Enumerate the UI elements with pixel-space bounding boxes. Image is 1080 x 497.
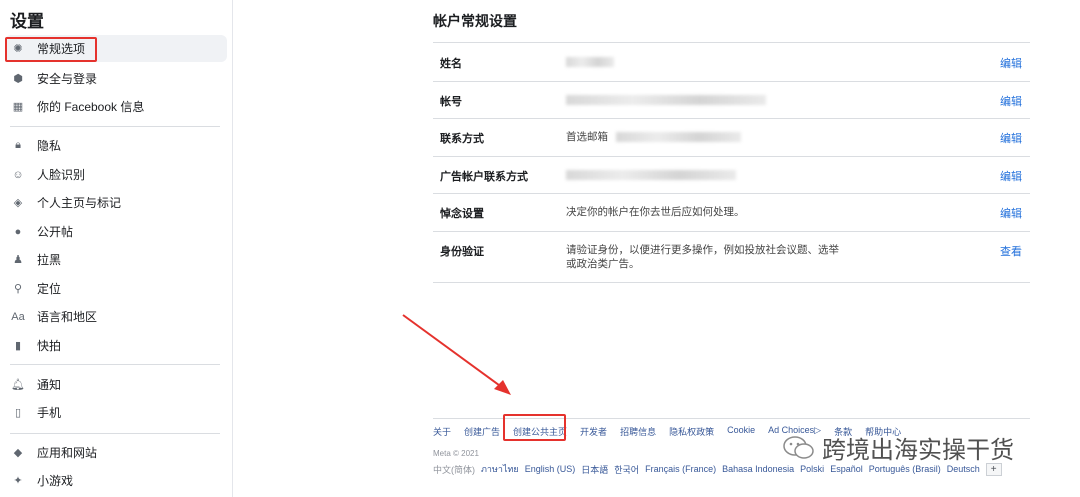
row-label: 悼念设置 <box>440 208 484 220</box>
sidebar-item[interactable]: 🔒︎ 隐私 <box>5 132 227 159</box>
language-link[interactable]: Español <box>830 464 863 474</box>
game-icon: ✦ <box>13 475 23 487</box>
row-action-link[interactable]: 编辑 <box>1000 130 1022 146</box>
sidebar-item-label: 小游戏 <box>37 474 74 488</box>
sidebar-item-label: 通知 <box>37 378 62 392</box>
language-link[interactable]: Français (France) <box>645 464 716 474</box>
redacted-value <box>566 57 614 68</box>
sidebar-item[interactable]: ⚲ 定位 <box>5 275 227 302</box>
language-link[interactable]: Português (Brasil) <box>869 464 941 474</box>
globe-icon: ● <box>14 225 22 238</box>
sidebar-item-label: 拉黑 <box>37 253 62 267</box>
row-action-link[interactable]: 编辑 <box>1000 168 1022 184</box>
sidebar-item-label: 人脸识别 <box>37 168 86 182</box>
sidebar-item[interactable]: ▮ 快拍 <box>5 332 227 359</box>
highlight-box <box>5 37 97 62</box>
row-value: 决定你的帐户在你去世后应如何处理。 <box>566 206 745 218</box>
row-value: 首选邮箱 <box>566 131 608 143</box>
settings-sidebar: 设置 ✺ 常规选项 ⬢ 安全与登录 ▦ 你的 Facebook 信息 🔒︎ 隐私 ☺ 人脸识别 ◈ 个… <box>0 0 233 497</box>
sidebar-item-label: 你的 Facebook 信息 <box>37 100 145 114</box>
copyright: Meta © 2021 <box>433 449 479 458</box>
sidebar-item[interactable]: ✦ 小游戏 <box>5 467 227 494</box>
sidebar-item[interactable]: ▦ 你的 Facebook 信息 <box>5 93 227 120</box>
row-label: 姓名 <box>440 58 462 70</box>
settings-row: 姓名 编辑 <box>433 43 1030 80</box>
settings-row: 联系方式 首选邮箱 编辑 <box>433 118 1030 155</box>
sidebar-item[interactable]: ⬢ 安全与登录 <box>5 65 227 92</box>
row-action-link[interactable]: 编辑 <box>1000 205 1022 221</box>
divider <box>10 126 220 127</box>
sidebar-item[interactable]: ◆ 应用和网站 <box>5 439 227 466</box>
language-link[interactable]: Polski <box>800 464 824 474</box>
grid-icon: ▦ <box>12 101 24 113</box>
settings-row: 悼念设置 决定你的帐户在你去世后应如何处理。 编辑 <box>433 193 1030 230</box>
watermark-text: 跨境出海实操干货 <box>822 437 1014 464</box>
watermark: 跨境出海实操干货 <box>782 430 1014 465</box>
sidebar-item-label: 应用和网站 <box>37 446 98 460</box>
row-action-link[interactable]: 编辑 <box>1000 55 1022 71</box>
language-link[interactable]: ภาษาไทย <box>481 462 519 476</box>
highlight-box <box>503 414 566 441</box>
sidebar-item[interactable]: ◈ 个人主页与标记 <box>5 189 227 216</box>
divider <box>10 433 220 434</box>
language-icon: Aa <box>11 310 25 323</box>
phone-icon: ▯ <box>14 407 22 419</box>
language-link[interactable]: Deutsch <box>947 464 980 474</box>
wechat-icon <box>783 435 814 459</box>
row-label: 帐号 <box>440 95 462 108</box>
row-label: 广告帐户联系方式 <box>440 170 528 183</box>
sidebar-item[interactable]: ● 公开帖 <box>5 218 227 245</box>
language-link: 中文(简体) <box>433 464 475 475</box>
language-link[interactable]: 日本語 <box>581 463 608 476</box>
bell-icon: 🔔︎ <box>11 379 25 391</box>
footer-link[interactable]: 关于 <box>433 425 451 438</box>
row-action-link[interactable]: 编辑 <box>1000 93 1022 109</box>
location-icon: ⚲ <box>13 283 23 295</box>
footer-link[interactable]: 招聘信息 <box>620 425 656 438</box>
page-title: 帐户常规设置 <box>433 13 517 29</box>
redacted-value <box>566 94 766 105</box>
sidebar-item[interactable]: Aa 语言和地区 <box>5 303 227 330</box>
sidebar-item-label: 定位 <box>37 282 62 296</box>
block-user-icon: ♟ <box>13 254 23 266</box>
footer-link[interactable]: 创建广告 <box>464 425 500 438</box>
sidebar-item-label: 隐私 <box>37 139 62 153</box>
footer-link[interactable]: 隐私权政策 <box>669 425 714 438</box>
language-link[interactable]: Bahasa Indonesia <box>722 464 794 474</box>
tag-icon: ◈ <box>13 197 23 209</box>
sidebar-item-label: 个人主页与标记 <box>37 196 122 210</box>
stories-icon: ▮ <box>14 340 22 352</box>
sidebar-item-label: 手机 <box>37 406 62 420</box>
face-icon: ☺ <box>12 168 24 181</box>
sidebar-item-label: 安全与登录 <box>37 72 98 86</box>
row-label: 身份验证 <box>440 245 484 258</box>
language-link[interactable]: 한국어 <box>614 463 639 476</box>
settings-row: 广告帐户联系方式 编辑 <box>433 156 1030 193</box>
row-value: 请验证身份，以便进行更多操作，例如投放社会议题、选举或政治类广告。 <box>566 243 839 270</box>
sidebar-item[interactable]: ▯ 手机 <box>5 399 227 426</box>
shield-icon: ⬢ <box>13 73 23 85</box>
language-link[interactable]: English (US) <box>525 464 576 474</box>
redacted-value <box>566 169 736 180</box>
footer-link[interactable]: Cookie <box>727 425 755 438</box>
sidebar-item[interactable]: 🔔︎ 通知 <box>5 371 227 398</box>
settings-row: 身份验证 请验证身份，以便进行更多操作，例如投放社会议题、选举或政治类广告。 查看 <box>433 231 1030 270</box>
sidebar-item[interactable]: ☺ 人脸识别 <box>5 161 227 188</box>
row-label: 联系方式 <box>440 133 484 145</box>
sidebar-item[interactable]: ♟ 拉黑 <box>5 246 227 273</box>
settings-row: 帐号 编辑 <box>433 81 1030 118</box>
sidebar-item-label: 快拍 <box>37 339 62 353</box>
row-action-link[interactable]: 查看 <box>1000 243 1022 259</box>
footer-link[interactable]: 开发者 <box>580 425 607 438</box>
divider <box>10 364 220 365</box>
sidebar-item-label: 公开帖 <box>37 225 74 239</box>
divider <box>433 282 1030 283</box>
sidebar-item-label: 语言和地区 <box>37 310 98 324</box>
sidebar-title: 设置 <box>10 12 44 31</box>
apps-icon: ◆ <box>13 447 23 459</box>
lock-icon: 🔒︎ <box>15 139 21 151</box>
